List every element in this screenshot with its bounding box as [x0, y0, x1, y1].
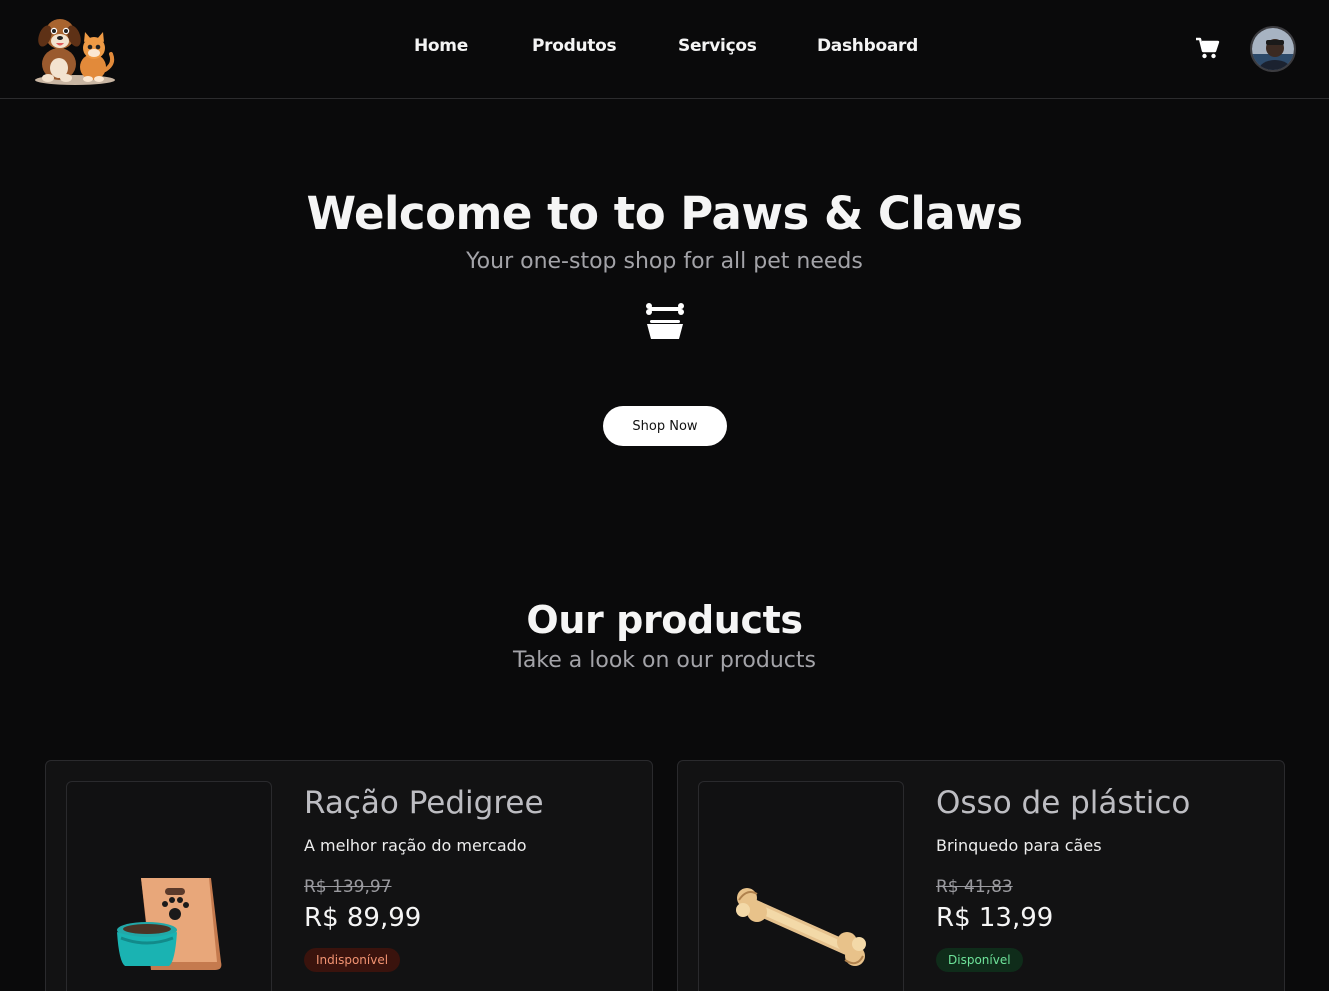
site-header: Home Produtos Serviços Dashboard	[0, 0, 1329, 99]
product-description: Brinquedo para cães	[936, 836, 1102, 855]
main-nav: Home Produtos Serviços Dashboard	[0, 36, 1329, 60]
user-avatar[interactable]	[1250, 26, 1296, 72]
pet-food-bag-icon	[117, 878, 222, 970]
product-name[interactable]: Osso de plástico	[936, 785, 1190, 821]
hero-title: Welcome to to Paws & Claws	[306, 187, 1023, 240]
product-old-price: R$ 139,97	[304, 877, 392, 897]
product-old-price: R$ 41,83	[936, 877, 1013, 897]
product-description: A melhor ração do mercado	[304, 836, 527, 855]
bone-toy-icon	[736, 888, 866, 966]
nav-link-home[interactable]: Home	[414, 36, 468, 56]
product-image-frame	[698, 781, 904, 991]
pet-bowl-icon	[643, 302, 687, 342]
status-badge: Disponível	[936, 948, 1023, 972]
shopping-cart-icon[interactable]	[1195, 36, 1220, 60]
hero-subtitle: Your one-stop shop for all pet needs	[466, 249, 863, 274]
status-badge: Indisponível	[304, 948, 401, 972]
products-section-subtitle: Take a look on our products	[513, 648, 816, 673]
product-card[interactable]: Osso de plástico Brinquedo para cães R$ …	[677, 760, 1285, 991]
nav-link-produtos[interactable]: Produtos	[532, 36, 617, 56]
nav-link-dashboard[interactable]: Dashboard	[817, 36, 918, 56]
product-card[interactable]: Ração Pedigree A melhor ração do mercado…	[45, 760, 653, 991]
products-section-title: Our products	[526, 598, 803, 642]
nav-link-servicos[interactable]: Serviços	[678, 36, 757, 56]
shop-now-button[interactable]: Shop Now	[603, 406, 727, 446]
product-name[interactable]: Ração Pedigree	[304, 785, 544, 821]
product-image-frame	[66, 781, 272, 991]
product-price: R$ 13,99	[936, 903, 1054, 933]
product-price: R$ 89,99	[304, 903, 422, 933]
